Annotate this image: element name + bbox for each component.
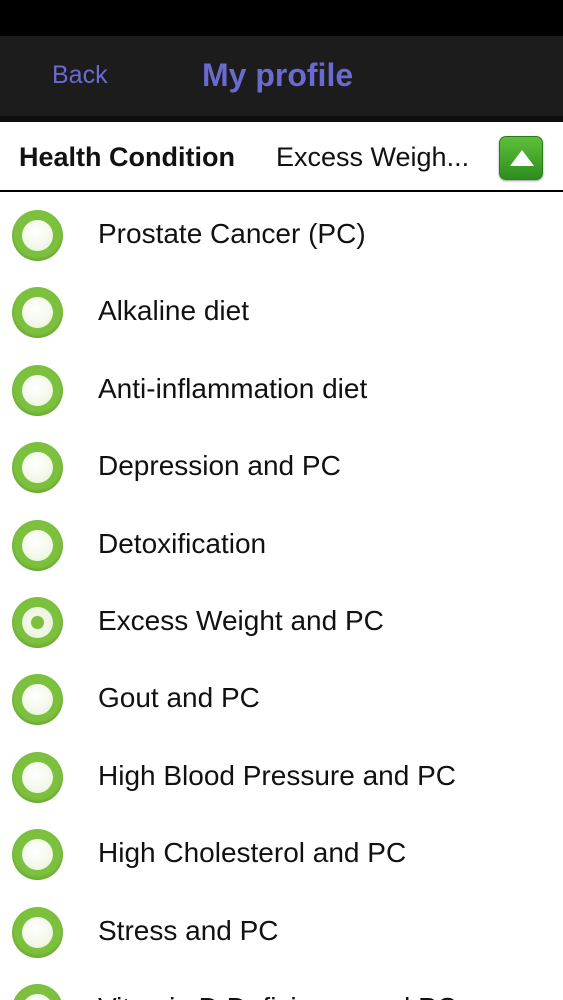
list-item[interactable]: Anti-inflammation diet (0, 349, 563, 426)
option-label: High Cholesterol and PC (98, 837, 407, 869)
profile-screen: Back My profile Health Condition Excess … (0, 0, 563, 1000)
health-condition-options: Prostate Cancer (PC) Alkaline diet Anti-in… (0, 194, 563, 1000)
navigation-bar: Back My profile (0, 36, 563, 116)
list-item[interactable]: Detoxification (0, 504, 563, 581)
back-button[interactable]: Back (52, 58, 108, 92)
option-label: Vitamin D Deficiency and PC (98, 990, 457, 1000)
collapse-toggle-button[interactable] (499, 136, 543, 180)
radio-unselected-icon[interactable] (12, 287, 63, 339)
radio-selected-icon[interactable] (12, 596, 63, 648)
option-label: Detoxification (98, 527, 267, 559)
option-label: High Blood Pressure and PC (98, 759, 456, 791)
radio-unselected-icon[interactable] (12, 829, 63, 881)
option-label: Alkaline diet (98, 295, 249, 327)
triangle-up-icon (510, 150, 534, 166)
option-label: Gout and PC (98, 682, 260, 714)
status-bar (0, 0, 563, 36)
radio-unselected-icon[interactable] (12, 442, 63, 494)
health-condition-value: Excess Weigh... (276, 142, 470, 172)
radio-unselected-icon[interactable] (12, 906, 63, 958)
option-label: Depression and PC (98, 450, 341, 482)
radio-unselected-icon[interactable] (12, 983, 63, 1000)
option-label: Stress and PC (98, 914, 279, 946)
health-condition-row[interactable]: Health Condition Excess Weigh... (0, 122, 563, 192)
radio-unselected-icon[interactable] (12, 364, 63, 416)
list-item[interactable]: Depression and PC (0, 426, 563, 503)
list-item[interactable]: Excess Weight and PC (0, 581, 563, 658)
list-item[interactable]: High Blood Pressure and PC (0, 736, 563, 813)
list-item[interactable]: Gout and PC (0, 658, 563, 735)
radio-unselected-icon[interactable] (12, 210, 63, 261)
option-label: Prostate Cancer (PC) (98, 218, 366, 249)
list-item[interactable]: Stress and PC (0, 891, 563, 968)
radio-unselected-icon[interactable] (12, 674, 63, 726)
radio-unselected-icon[interactable] (12, 519, 63, 571)
radio-unselected-icon[interactable] (12, 751, 63, 803)
page-title: My profile (202, 57, 354, 93)
list-item[interactable]: Alkaline diet (0, 271, 563, 348)
list-item[interactable]: High Cholesterol and PC (0, 813, 563, 890)
list-item[interactable]: Vitamin D Deficiency and PC (0, 968, 563, 1000)
list-item[interactable]: Prostate Cancer (PC) (0, 194, 563, 271)
health-condition-label: Health Condition (19, 142, 235, 172)
option-label: Anti-inflammation diet (98, 372, 368, 404)
option-label: Excess Weight and PC (98, 604, 384, 636)
